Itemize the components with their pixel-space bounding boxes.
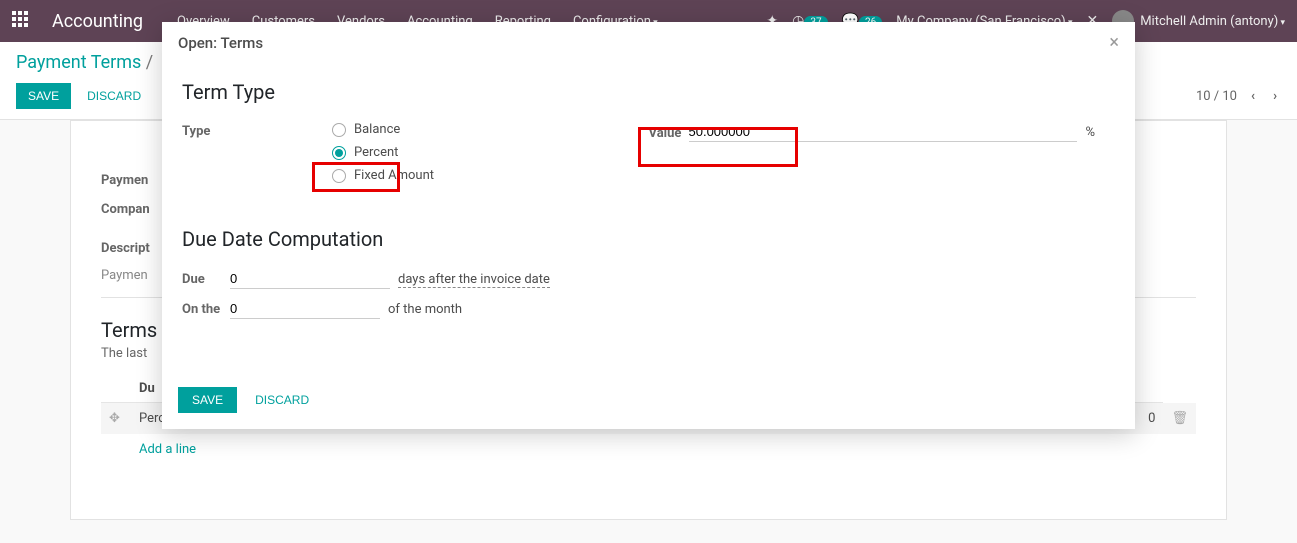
label-value: Value [649,124,689,141]
due-suffix[interactable]: days after the invoice date [398,272,550,288]
label-due: Due [182,272,222,287]
label-onthe: On the [182,302,222,317]
value-input[interactable] [689,122,1078,142]
modal-footer: SAVE DISCARD [162,373,1135,429]
modal-dialog: Open: Terms × Term Type Type Balance Per… [162,22,1135,429]
radio-fixed-label: Fixed Amount [354,168,434,183]
type-col: Type Balance Percent Fixed Amount [182,122,649,197]
radio-balance-label: Balance [354,122,400,137]
modal-backdrop: Open: Terms × Term Type Type Balance Per… [0,0,1297,543]
value-widget: % [689,122,1096,142]
value-col: Value % [649,122,1116,197]
modal-body: Term Type Type Balance Percent Fixed Amo… [162,64,1135,373]
radio-percent[interactable]: Percent [332,145,629,160]
due-days-input[interactable] [230,269,390,289]
close-icon[interactable]: × [1109,34,1119,52]
term-type-group: Type Balance Percent Fixed Amount Value [182,122,1115,197]
due-date-heading: Due Date Computation [182,227,1115,251]
value-suffix: % [1085,125,1095,140]
radio-percent-label: Percent [354,145,398,160]
term-type-heading: Term Type [182,80,1115,104]
radio-icon [332,123,346,137]
field-due: Due days after the invoice date [182,269,1115,289]
label-type: Type [182,122,332,139]
field-onthe: On the of the month [182,299,1115,319]
modal-save-button[interactable]: SAVE [178,387,237,413]
onthe-suffix: of the month [388,302,462,317]
type-radios: Balance Percent Fixed Amount [332,122,629,191]
radio-fixed[interactable]: Fixed Amount [332,168,629,183]
field-value: Value % [649,122,1096,142]
field-type: Type Balance Percent Fixed Amount [182,122,629,191]
modal-header: Open: Terms × [162,22,1135,64]
modal-discard-button[interactable]: DISCARD [247,387,317,413]
radio-icon [332,146,346,160]
radio-icon [332,169,346,183]
radio-balance[interactable]: Balance [332,122,629,137]
modal-title: Open: Terms [178,34,263,52]
onthe-input[interactable] [230,299,380,319]
